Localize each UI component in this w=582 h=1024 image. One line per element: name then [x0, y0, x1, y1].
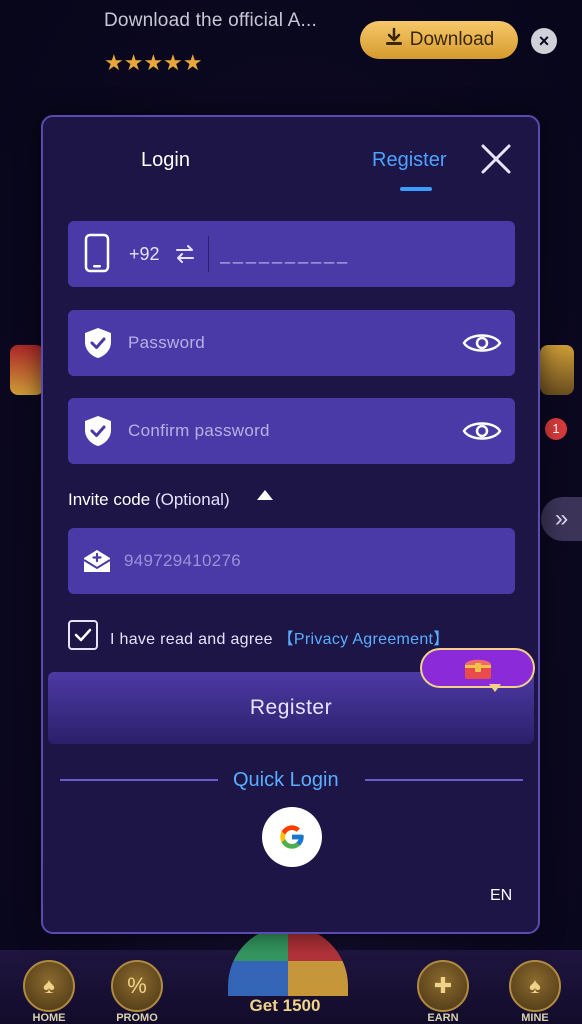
active-tab-indicator — [400, 187, 432, 191]
nav-label: HOME — [32, 1012, 66, 1024]
invite-envelope-icon — [83, 550, 111, 572]
banner-text: Download the official A... — [104, 10, 317, 31]
field-divider — [208, 236, 209, 272]
password-field[interactable] — [68, 310, 515, 376]
app-download-banner: Download the official A... ★★★★★ Downloa… — [0, 0, 582, 100]
agreement-text: I have read and agree 【Privacy Agreement… — [110, 625, 450, 649]
notification-badge: 1 — [545, 418, 567, 440]
tab-register[interactable]: Register — [372, 149, 446, 172]
download-label: Download — [409, 29, 495, 50]
privacy-agreement-link[interactable]: 【Privacy Agreement】 — [278, 631, 450, 648]
nav-label: PROMO — [116, 1012, 158, 1024]
promo-icon: % — [111, 960, 163, 1012]
shield-check-icon — [85, 328, 111, 358]
swap-icon[interactable] — [174, 243, 196, 265]
treasure-chest-icon — [464, 659, 491, 679]
phone-field[interactable]: +92 — [68, 221, 515, 287]
invite-optional-text: (Optional) — [154, 490, 230, 509]
invite-code-input[interactable] — [124, 542, 484, 580]
mine-icon: ♠ — [509, 960, 561, 1012]
register-modal: Login Register +92 __________ Invite cod… — [41, 115, 540, 934]
lucky-wheel[interactable] — [228, 926, 348, 996]
confirm-password-field[interactable] — [68, 398, 515, 464]
modal-close-button[interactable] — [479, 142, 513, 176]
tab-login[interactable]: Login — [141, 149, 190, 172]
badge-pointer — [489, 684, 501, 692]
rating-stars: ★★★★★ — [104, 50, 203, 75]
close-icon — [481, 144, 511, 174]
password-input[interactable] — [128, 324, 448, 362]
download-icon — [384, 27, 404, 53]
caret-up-icon[interactable] — [256, 488, 274, 502]
nav-item-earn[interactable]: ✚ EARN — [408, 960, 478, 1024]
country-code[interactable]: +92 — [129, 244, 160, 265]
home-icon: ♠ — [23, 960, 75, 1012]
nav-item-promo[interactable]: % PROMO — [102, 960, 172, 1024]
language-selector[interactable]: EN — [490, 887, 512, 905]
earn-icon: ✚ — [417, 960, 469, 1012]
wheel-label: Get 1500 — [249, 996, 321, 1015]
promo-decoration — [540, 345, 574, 395]
confirm-password-input[interactable] — [128, 412, 448, 450]
google-icon — [280, 825, 304, 849]
gift-bonus-badge[interactable] — [420, 648, 535, 688]
eye-icon[interactable] — [462, 328, 502, 358]
agree-checkbox[interactable] — [68, 620, 98, 650]
nav-item-home[interactable]: ♠ HOME — [14, 960, 84, 1024]
banner-close-button[interactable]: × — [531, 28, 557, 54]
invite-code-label: Invite code (Optional) — [68, 490, 230, 510]
invite-label-text: Invite code — [68, 490, 151, 509]
quick-login-label: Quick Login — [233, 769, 339, 791]
nav-item-mine[interactable]: ♠ MINE — [500, 960, 570, 1024]
divider-line — [365, 779, 523, 781]
checkmark-icon — [74, 628, 92, 642]
google-login-button[interactable] — [262, 807, 322, 867]
promo-decoration — [10, 345, 44, 395]
nav-label: EARN — [427, 1012, 459, 1024]
nav-label: MINE — [521, 1012, 549, 1024]
phone-icon — [84, 233, 110, 273]
phone-input[interactable] — [220, 235, 500, 273]
download-button[interactable]: Download — [360, 21, 518, 59]
side-expand-button[interactable]: » — [541, 497, 582, 541]
shield-check-icon — [85, 416, 111, 446]
invite-code-field[interactable] — [68, 528, 515, 594]
divider-line — [60, 779, 218, 781]
agreement-label: I have read and agree — [110, 631, 278, 648]
eye-icon[interactable] — [462, 416, 502, 446]
